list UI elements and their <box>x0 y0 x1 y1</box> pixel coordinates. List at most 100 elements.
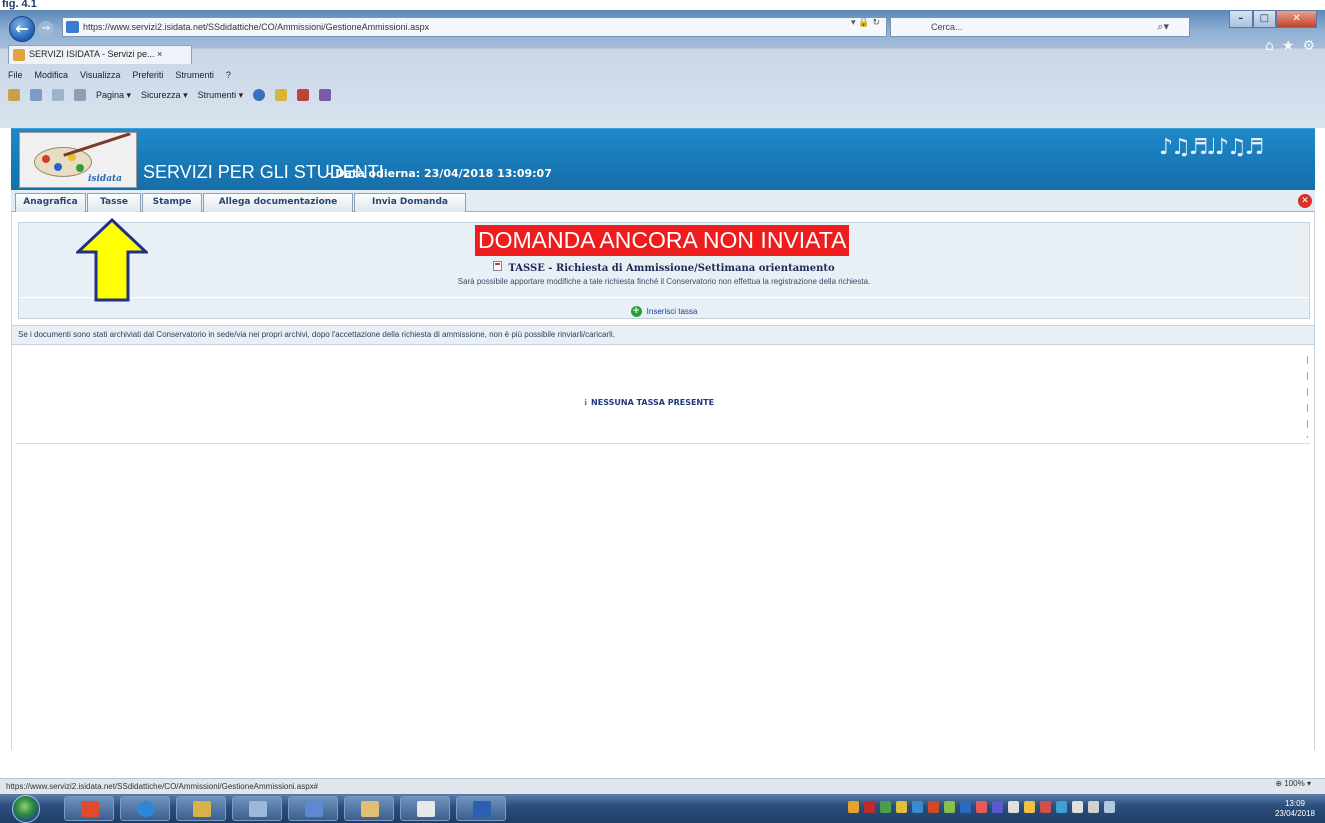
close-icon[interactable]: ✕ <box>1298 194 1312 208</box>
menu-edit[interactable]: Modifica <box>35 66 69 84</box>
tray-icon[interactable] <box>1040 801 1051 813</box>
tray-icon[interactable] <box>848 801 859 813</box>
empty-message-text: NESSUNA TASSA PRESENTE <box>591 398 715 407</box>
tray-icon[interactable] <box>864 801 875 813</box>
section-title-text: TASSE - Richiesta di Ammissione/Settiman… <box>508 263 835 274</box>
menu-tools[interactable]: Strumenti <box>175 66 214 84</box>
insert-tassa-label: Inserisci tassa <box>646 306 698 316</box>
research-icon[interactable] <box>275 89 288 101</box>
help-icon[interactable] <box>253 89 266 101</box>
translate-icon[interactable] <box>297 89 310 101</box>
taskbar-clock[interactable]: 13:09 23/04/2018 <box>1275 799 1315 819</box>
menu-bar: File Modifica Visualizza Preferiti Strum… <box>0 66 1325 84</box>
taskbar-explorer-button[interactable] <box>176 796 226 821</box>
tray-icon[interactable] <box>912 801 923 813</box>
status-banner: DOMANDA ANCORA NON INVIATA <box>475 225 850 256</box>
browser-tab-title: SERVIZI ISIDATA - Servizi pe... × <box>29 49 163 59</box>
tab-anagrafica[interactable]: Anagrafica <box>15 193 86 212</box>
palette-dot-green <box>76 164 84 172</box>
section-title: TASSE - Richiesta di Ammissione/Settiman… <box>19 261 1309 274</box>
tray-icon[interactable] <box>1008 801 1019 813</box>
tray-icon[interactable] <box>928 801 939 813</box>
taskbar-ie-button[interactable] <box>120 796 170 821</box>
tray-icon[interactable] <box>992 801 1003 813</box>
tab-favicon-icon <box>13 49 25 61</box>
tray-icon[interactable] <box>880 801 891 813</box>
zoom-icon: ⊕ <box>1275 779 1285 788</box>
forward-arrow-icon: → <box>41 23 51 34</box>
taskbar-word-button[interactable] <box>456 796 506 821</box>
menu-help[interactable]: ? <box>226 66 231 84</box>
browser-statusbar: https://www.servizi2.isidata.net/SSdidat… <box>0 778 1325 794</box>
annotation-arrow-icon <box>76 218 148 302</box>
close-window-button[interactable]: ✕ <box>1276 10 1317 28</box>
palette-dot-red <box>42 155 50 163</box>
windows-taskbar: 13:09 23/04/2018 <box>0 794 1325 823</box>
browser-titlebar: ← → https://www.servizi2.isidata.net/SSd… <box>0 10 1325 44</box>
zoom-level[interactable]: ⊕ 100% ▾ <box>1275 779 1311 788</box>
back-button[interactable]: ← <box>9 16 35 42</box>
figure-caption: fig. 4.1 <box>0 0 1325 10</box>
browser-tab-active[interactable]: SERVIZI ISIDATA - Servizi pe... × <box>8 45 192 64</box>
list-scrollbar[interactable] <box>1307 356 1308 438</box>
address-tools[interactable]: ▾ 🔒 ↻ <box>851 18 880 28</box>
section-note: Sarà possibile apportare modifiche a tal… <box>457 277 871 286</box>
taskbar-paint-button[interactable] <box>288 796 338 821</box>
tray-icon[interactable] <box>1024 801 1035 813</box>
volume-icon[interactable] <box>1088 801 1099 813</box>
status-url: https://www.servizi2.isidata.net/SSdidat… <box>6 782 319 791</box>
search-icon[interactable]: ⌕▾ <box>1157 20 1169 34</box>
search-input[interactable]: Cerca... ⌕▾ <box>890 17 1190 37</box>
zoom-value: 100% <box>1284 779 1305 788</box>
home-page-icon[interactable] <box>8 89 20 101</box>
add-circle-icon: + <box>630 306 642 317</box>
folder-icon <box>361 801 379 817</box>
screenshot-root: fig. 4.1 ← → https://www.servizi2.isidat… <box>0 0 1325 823</box>
print-icon[interactable] <box>74 89 86 101</box>
taskbar-app-button[interactable] <box>400 796 450 821</box>
tray-icon[interactable] <box>1056 801 1067 813</box>
tray-icon[interactable] <box>944 801 955 813</box>
current-date: - Data odierna: 23/04/2018 13:09:07 <box>327 167 552 180</box>
page-header: isidata SERVIZI PER GLI STUDENTI - Data … <box>11 128 1315 190</box>
system-tray <box>848 801 1115 813</box>
taskbar-calc-button[interactable] <box>232 796 282 821</box>
tab-allega-documentazione[interactable]: Allega documentazione <box>203 193 353 212</box>
window-controls: – □ ✕ <box>1229 10 1317 30</box>
tab-tasse[interactable]: Tasse <box>87 193 141 212</box>
maximize-button[interactable]: □ <box>1252 10 1277 28</box>
main-content: DOMANDA ANCORA NON INVIATA TASSE - Richi… <box>11 212 1315 750</box>
network-icon[interactable] <box>1104 801 1115 813</box>
tray-icon[interactable] <box>896 801 907 813</box>
cmd-tools[interactable]: Strumenti ▾ <box>198 84 244 106</box>
address-bar[interactable]: https://www.servizi2.isidata.net/SSdidat… <box>62 17 887 37</box>
media-icon <box>81 801 99 817</box>
forward-button[interactable]: → <box>38 21 54 37</box>
tab-invia-domanda[interactable]: Invia Domanda <box>354 193 466 212</box>
info-text: Se i documenti sono stati archiviati dal… <box>12 325 1314 345</box>
start-button[interactable] <box>12 795 40 823</box>
tray-icon[interactable] <box>976 801 987 813</box>
insert-tassa-link[interactable]: + Inserisci tassa <box>630 302 698 322</box>
flag-icon[interactable] <box>1072 801 1083 813</box>
cmd-page[interactable]: Pagina ▾ <box>96 84 131 106</box>
word-icon <box>473 801 491 817</box>
menu-favorites[interactable]: Preferiti <box>132 66 163 84</box>
cmd-security[interactable]: Sicurezza ▾ <box>141 84 188 106</box>
menu-view[interactable]: Visualizza <box>80 66 120 84</box>
menu-file[interactable]: File <box>8 66 23 84</box>
mail-icon[interactable] <box>52 89 64 101</box>
tray-icon[interactable] <box>960 801 971 813</box>
browser-chrome: ← → https://www.servizi2.isidata.net/SSd… <box>0 10 1325 128</box>
onenote-icon[interactable] <box>319 89 332 101</box>
calculator-icon <box>249 801 267 817</box>
taskbar-media-button[interactable] <box>64 796 114 821</box>
feeds-icon[interactable] <box>30 89 42 101</box>
empty-message: ℹ NESSUNA TASSA PRESENTE <box>584 398 714 407</box>
taskbar-folder-button[interactable] <box>344 796 394 821</box>
logo-wordmark: isidata <box>88 174 123 184</box>
command-bar: Pagina ▾ Sicurezza ▾ Strumenti ▾ <box>0 84 1325 106</box>
tab-stampe[interactable]: Stampe <box>142 193 202 212</box>
lock-icon: ▾ 🔒 ↻ <box>851 18 880 28</box>
minimize-button[interactable]: – <box>1229 10 1253 28</box>
